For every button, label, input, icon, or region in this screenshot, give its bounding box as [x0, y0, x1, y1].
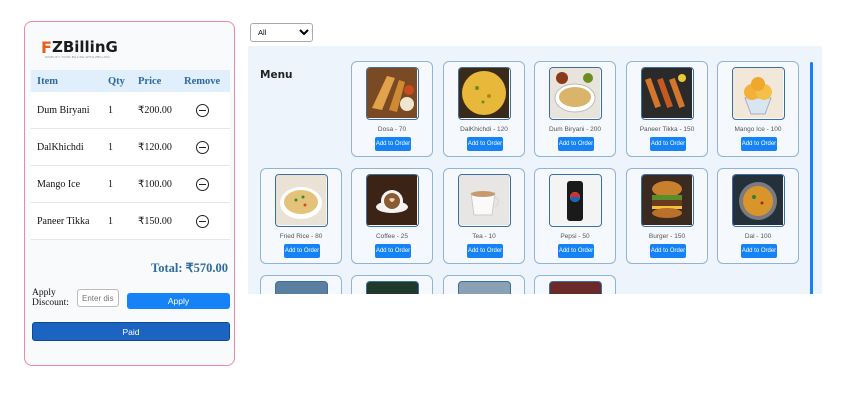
brand-logo-mark: F	[41, 37, 52, 57]
category-filter-select[interactable]: All	[250, 23, 313, 42]
row-item: Dum Biryani	[31, 92, 102, 129]
header-remove: Remove	[178, 70, 230, 92]
row-price: ₹150.00	[132, 202, 178, 240]
add-to-order-button[interactable]: Add to Order	[284, 244, 320, 258]
billing-panel: F ZBillinG SIMPLIFY YOUR BILLING WITH ZB…	[24, 21, 235, 366]
add-to-order-button[interactable]: Add to Order	[558, 137, 594, 151]
remove-circle-icon[interactable]	[196, 140, 209, 154]
menu-card	[534, 275, 616, 294]
row-price: ₹200.00	[132, 92, 178, 129]
add-to-order-button[interactable]: Add to Order	[741, 244, 777, 258]
row-item: DalKhichdi	[31, 128, 102, 166]
menu-item-name: Fried Rice - 80	[279, 233, 323, 240]
menu-card	[351, 275, 433, 294]
row-price: ₹120.00	[132, 128, 178, 166]
apply-discount-button[interactable]: Apply	[127, 293, 230, 309]
header-price: Price	[132, 70, 178, 92]
brand-tagline: SIMPLIFY YOUR BILLING WITH ZBILLING	[45, 55, 111, 59]
add-to-order-button[interactable]: Add to Order	[650, 244, 686, 258]
menu-card: Dum Biryani - 200 Add to Order	[534, 61, 616, 157]
add-to-order-button[interactable]: Add to Order	[741, 137, 777, 151]
menu-item-name: Burger - 150	[648, 233, 686, 240]
menu-item-name: Pepsi - 50	[560, 233, 590, 240]
menu-item-name: Dal - 100	[744, 233, 772, 240]
discount-input[interactable]	[77, 289, 119, 307]
remove-circle-icon[interactable]	[196, 214, 209, 228]
row-qty: 1	[102, 165, 132, 203]
table-row: DalKhichdi 1 ₹120.00	[31, 128, 230, 166]
add-to-order-button[interactable]: Add to Order	[375, 137, 411, 151]
row-qty: 1	[102, 202, 132, 240]
add-to-order-button[interactable]: Add to Order	[375, 244, 411, 258]
header-item: Item	[31, 70, 102, 92]
menu-item-name: Paneer Tikka - 150	[639, 126, 695, 133]
discount-label: Apply Discount:	[32, 288, 69, 308]
paid-button[interactable]: Paid	[32, 322, 230, 341]
brand-name: ZBillinG	[51, 38, 118, 56]
row-item: Paneer Tikka	[31, 202, 102, 240]
menu-card: Coffee - 25 Add to Order	[351, 168, 433, 264]
menu-scrollbar[interactable]	[810, 62, 813, 294]
tea-image	[458, 174, 511, 227]
order-total: Total: ₹570.00	[151, 261, 228, 275]
table-row: Paneer Tikka 1 ₹150.00	[31, 202, 230, 240]
add-to-order-button[interactable]: Add to Order	[467, 244, 503, 258]
menu-card: Dosa - 70 Add to Order	[351, 61, 433, 157]
menu-item-name: Coffee - 25	[375, 233, 409, 240]
pepsi-image	[549, 174, 602, 227]
dalkhichdi-image	[458, 67, 511, 120]
add-to-order-button[interactable]: Add to Order	[650, 137, 686, 151]
remove-circle-icon[interactable]	[196, 177, 209, 191]
remove-circle-icon[interactable]	[196, 103, 209, 117]
table-row: Mango Ice 1 ₹100.00	[31, 165, 230, 203]
mango-ice-image	[732, 67, 785, 120]
menu-item-name: Tea - 10	[472, 233, 496, 240]
menu-card: Mango Ice - 100 Add to Order	[717, 61, 799, 157]
dosa-image	[366, 67, 419, 120]
burger-image	[641, 174, 694, 227]
dal-image	[732, 174, 785, 227]
menu-card: DalKhichdi - 120 Add to Order	[443, 61, 525, 157]
menu-item-name: Dosa - 70	[377, 126, 407, 133]
drink-image	[458, 281, 511, 294]
menu-item-name: DalKhichdi - 120	[460, 126, 508, 133]
fried-rice-image	[275, 174, 328, 227]
menu-card: Paneer Tikka - 150 Add to Order	[626, 61, 708, 157]
menu-card	[260, 275, 342, 294]
row-qty: 1	[102, 128, 132, 166]
menu-item-name: Dum Biryani - 200	[548, 126, 602, 133]
menu-card: Tea - 10 Add to Order	[443, 168, 525, 264]
biryani-image	[549, 67, 602, 120]
bottles-image	[549, 281, 602, 294]
table-row: Dum Biryani 1 ₹200.00	[31, 92, 230, 129]
coffee-image	[366, 174, 419, 227]
order-table-header: Item Qty Price Remove	[31, 70, 230, 92]
order-table: Item Qty Price Remove Dum Biryani 1 ₹200…	[31, 70, 230, 240]
add-to-order-button[interactable]: Add to Order	[558, 244, 594, 258]
drink-image	[275, 281, 328, 294]
menu-area: Menu Dosa - 70 Add to Order DalKhichdi -…	[248, 46, 822, 294]
menu-card: Pepsi - 50 Add to Order	[534, 168, 616, 264]
drink-image	[366, 281, 419, 294]
row-price: ₹100.00	[132, 165, 178, 203]
add-to-order-button[interactable]: Add to Order	[467, 137, 503, 151]
row-qty: 1	[102, 92, 132, 129]
menu-card: Fried Rice - 80 Add to Order	[260, 168, 342, 264]
paneer-tikka-image	[641, 67, 694, 120]
menu-card: Dal - 100 Add to Order	[717, 168, 799, 264]
header-qty: Qty	[102, 70, 132, 92]
menu-card: Burger - 150 Add to Order	[626, 168, 708, 264]
menu-card	[443, 275, 525, 294]
menu-title: Menu	[260, 69, 293, 81]
row-item: Mango Ice	[31, 165, 102, 203]
menu-item-name: Mango Ice - 100	[734, 126, 782, 133]
